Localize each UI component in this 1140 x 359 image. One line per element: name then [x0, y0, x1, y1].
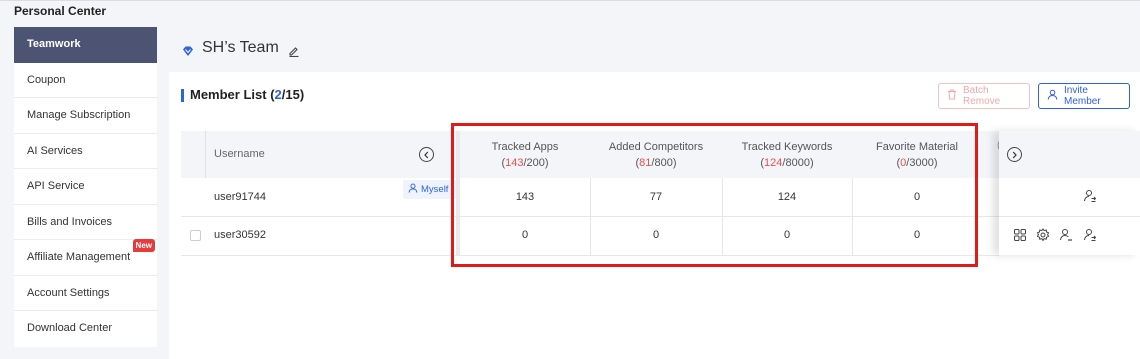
user-transfer-icon[interactable]	[1083, 228, 1097, 242]
username-header: Username	[214, 148, 265, 160]
sidebar-item-label: Bills and Invoices	[27, 215, 112, 228]
gear-icon[interactable]	[1036, 228, 1050, 242]
sidebar-item-api-service[interactable]: API Service	[14, 169, 157, 205]
team-name: SH’s Team	[202, 39, 279, 56]
sidebar-item-label: Account Settings	[27, 286, 110, 299]
trash-icon	[947, 89, 957, 103]
batch-remove-button[interactable]: Batch Remove	[938, 83, 1030, 109]
chevron-left-icon	[423, 146, 430, 164]
sidebar-item-label: Affiliate Management	[27, 251, 131, 263]
sidebar-item-download-center[interactable]: Download Center	[14, 311, 157, 347]
sidebar-item-manage-subscription[interactable]: Manage Subscription	[14, 98, 157, 134]
myself-tag: Myself	[403, 180, 456, 199]
sidebar-item-label: API Service	[27, 180, 85, 192]
actions-column	[999, 131, 1140, 255]
sidebar-item-ai-services[interactable]: AI Services	[14, 134, 157, 169]
sidebar-item-affiliate-management[interactable]: Affiliate Management New	[14, 239, 157, 276]
sidebar-item-account-settings[interactable]: Account Settings	[14, 276, 157, 311]
scroll-right-button[interactable]	[1007, 147, 1022, 162]
new-badge: New	[132, 239, 155, 252]
user-icon	[1047, 89, 1058, 103]
row-checkbox[interactable]	[190, 230, 201, 241]
sidebar-item-label: Download Center	[27, 322, 112, 334]
invite-member-label: Invite Member	[1064, 85, 1101, 107]
sidebar: Teamwork Coupon Manage Subscription AI S…	[14, 27, 157, 347]
sidebar-item-teamwork[interactable]: Teamwork	[14, 27, 157, 63]
section-marker	[181, 89, 184, 102]
username-cell: user30592	[214, 229, 266, 241]
batch-remove-label: Batch Remove	[963, 85, 1001, 107]
sidebar-item-bills-invoices[interactable]: Bills and Invoices	[14, 205, 157, 240]
invite-member-button[interactable]: Invite Member	[1038, 83, 1130, 109]
user-transfer-icon[interactable]	[1083, 189, 1097, 203]
sidebar-item-label: AI Services	[27, 144, 83, 157]
user-minus-icon[interactable]	[1059, 228, 1073, 242]
highlight-box	[451, 123, 978, 267]
chevron-right-icon	[1011, 146, 1018, 164]
row-divider	[999, 216, 1140, 217]
page-title: Personal Center	[14, 4, 107, 18]
sidebar-item-coupon[interactable]: Coupon	[14, 63, 157, 98]
sidebar-item-label: Manage Subscription	[27, 109, 131, 121]
edit-icon[interactable]	[288, 44, 300, 62]
sidebar-item-label: Coupon	[27, 73, 66, 86]
username-cell: user91744	[214, 191, 266, 203]
grid-icon[interactable]	[1013, 228, 1027, 242]
sidebar-item-label: Teamwork	[27, 38, 81, 50]
diamond-icon	[182, 44, 194, 62]
scroll-left-button[interactable]	[419, 147, 434, 162]
top-border	[0, 0, 1140, 1]
member-list-title: Member List (2/15)	[190, 87, 305, 102]
team-header: SH’s Team	[169, 27, 1140, 72]
user-icon	[408, 183, 418, 196]
